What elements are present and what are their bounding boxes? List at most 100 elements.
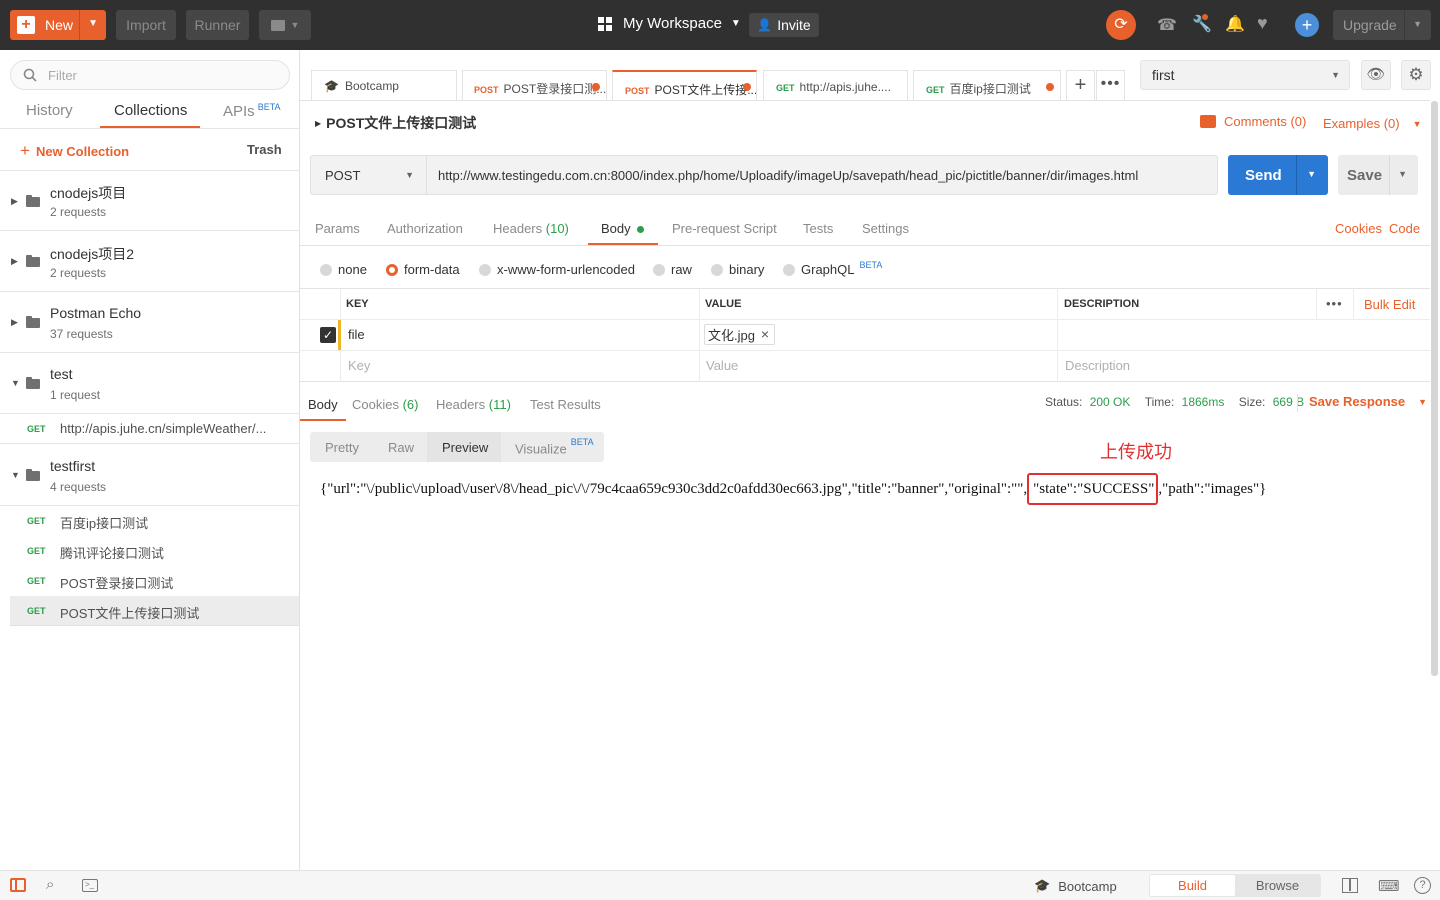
- chevron-down-icon: ▼: [405, 170, 414, 180]
- collection-item[interactable]: ▼ testfirst 4 requests: [0, 445, 299, 506]
- request-item[interactable]: GET 百度ip接口测试: [0, 506, 299, 536]
- tab-apis[interactable]: APIs BETA: [223, 102, 281, 120]
- chevron-down-icon[interactable]: ▼: [1398, 169, 1407, 179]
- view-pretty[interactable]: Pretty: [325, 440, 359, 455]
- request-item[interactable]: GET 腾讯评论接口测试: [0, 536, 299, 566]
- request-title[interactable]: ▶ POST文件上传接口测试: [315, 113, 476, 133]
- trash-link[interactable]: Trash: [247, 142, 282, 157]
- size-value[interactable]: 669 B: [1273, 395, 1304, 409]
- bootcamp-link[interactable]: 🎓 Bootcamp: [1034, 878, 1117, 894]
- gear-icon[interactable]: ⚙: [1401, 60, 1431, 90]
- heart-icon[interactable]: ♥: [1257, 13, 1268, 34]
- tab-request[interactable]: GET 百度ip接口测试: [913, 70, 1061, 101]
- eye-icon[interactable]: 👁: [1361, 60, 1391, 90]
- bulk-edit-link[interactable]: Bulk Edit: [1364, 297, 1415, 312]
- two-pane-icon[interactable]: [1342, 878, 1358, 893]
- runner-button[interactable]: Runner: [186, 10, 249, 40]
- radio-raw[interactable]: raw: [653, 262, 692, 277]
- description-input[interactable]: Description: [1065, 358, 1130, 373]
- satellite-icon[interactable]: ☎: [1157, 15, 1177, 35]
- save-button[interactable]: Save ▼: [1338, 155, 1418, 195]
- workspace-switcher[interactable]: My Workspace ▼: [598, 15, 741, 32]
- method-select[interactable]: POST ▼: [310, 155, 427, 195]
- comments-button[interactable]: Comments (0): [1200, 114, 1306, 129]
- search-icon: [23, 68, 37, 82]
- request-item[interactable]: GET POST登录接口测试: [0, 566, 299, 596]
- tab-headers[interactable]: Headers (10): [493, 221, 569, 236]
- browse-button[interactable]: Browse: [1235, 875, 1320, 896]
- response-tab-test-results[interactable]: Test Results: [530, 397, 601, 412]
- tab-params[interactable]: Params: [315, 221, 360, 236]
- close-icon[interactable]: ×: [761, 326, 769, 342]
- tab-request-active[interactable]: POST POST文件上传接...: [612, 70, 757, 101]
- tab-body[interactable]: Body: [601, 221, 645, 236]
- environment-select[interactable]: first ▼: [1140, 60, 1350, 90]
- unsaved-dot: [592, 83, 600, 91]
- sync-icon[interactable]: ⟳: [1106, 10, 1136, 40]
- response-tab-headers[interactable]: Headers (11): [436, 397, 511, 412]
- send-button[interactable]: Send ▼: [1228, 155, 1328, 195]
- chevron-down-icon[interactable]: ▼: [1413, 19, 1422, 29]
- add-tab-button[interactable]: +: [1066, 70, 1095, 101]
- collection-item[interactable]: ▼ test 1 request: [0, 353, 299, 414]
- new-collection-button[interactable]: + New Collection: [20, 141, 129, 161]
- help-icon[interactable]: ?: [1414, 877, 1431, 894]
- tab-prerequest-script[interactable]: Pre-request Script: [672, 221, 777, 236]
- tab-request[interactable]: GET http://apis.juhe....: [763, 70, 908, 101]
- examples-button[interactable]: Examples (0) ▼: [1323, 116, 1422, 131]
- form-key[interactable]: file: [348, 327, 365, 342]
- chevron-down-icon[interactable]: ▼: [88, 18, 98, 29]
- import-button[interactable]: Import: [116, 10, 176, 40]
- view-visualize[interactable]: Visualize BETA: [515, 437, 594, 456]
- more-icon[interactable]: •••: [1326, 296, 1343, 311]
- console-icon[interactable]: >_: [82, 879, 98, 892]
- find-icon[interactable]: ⌕: [46, 876, 54, 893]
- time-value[interactable]: 1866ms: [1182, 395, 1225, 409]
- new-window-button[interactable]: ▼: [259, 10, 311, 40]
- file-chip[interactable]: 文化.jpg ×: [704, 324, 775, 345]
- key-input[interactable]: Key: [348, 358, 370, 373]
- code-link[interactable]: Code: [1389, 221, 1420, 236]
- radio-graphql[interactable]: GraphQL BETA: [783, 260, 882, 277]
- tab-tests[interactable]: Tests: [803, 221, 833, 236]
- tab-settings[interactable]: Settings: [862, 221, 909, 236]
- collection-item[interactable]: ▶ cnodejs项目2 2 requests: [0, 231, 299, 292]
- tab-request[interactable]: POST POST登录接口测...: [462, 70, 607, 101]
- keyboard-icon[interactable]: ⌨: [1378, 877, 1400, 895]
- filter-input[interactable]: Filter: [10, 60, 290, 90]
- tab-collections[interactable]: Collections: [114, 102, 187, 119]
- sidebar-toggle-icon[interactable]: [10, 878, 26, 892]
- avatar[interactable]: +: [1295, 13, 1319, 37]
- request-item[interactable]: GET http://apis.juhe.cn/simpleWeather/..…: [0, 414, 299, 444]
- response-tab-cookies[interactable]: Cookies (6): [352, 397, 418, 412]
- upgrade-button[interactable]: Upgrade ▼: [1333, 10, 1431, 40]
- tab-bootcamp[interactable]: 🎓 Bootcamp: [311, 70, 457, 101]
- chevron-down-icon: ▼: [1331, 70, 1340, 80]
- radio-x-www-form-urlencoded[interactable]: x-www-form-urlencoded: [479, 262, 635, 277]
- cookies-link[interactable]: Cookies: [1335, 221, 1382, 236]
- bell-icon[interactable]: 🔔: [1225, 14, 1245, 34]
- radio-none[interactable]: none: [320, 262, 367, 277]
- chevron-down-icon[interactable]: ▼: [1307, 169, 1316, 179]
- collection-item[interactable]: ▶ Postman Echo 37 requests: [0, 292, 299, 353]
- scrollbar[interactable]: [1431, 101, 1438, 676]
- request-item-active[interactable]: GET POST文件上传接口测试: [10, 596, 299, 626]
- save-response-button[interactable]: Save Response ▼: [1309, 394, 1427, 409]
- more-tabs-icon[interactable]: •••: [1096, 70, 1125, 101]
- new-button[interactable]: + New ▼: [10, 10, 106, 40]
- radio-binary[interactable]: binary: [711, 262, 764, 277]
- invite-button[interactable]: 👤 Invite: [749, 13, 819, 37]
- beta-badge: BETA: [570, 437, 594, 447]
- chevron-right-icon: ▶: [11, 317, 18, 327]
- row-checkbox[interactable]: ✓: [320, 327, 336, 343]
- tab-authorization[interactable]: Authorization: [387, 221, 463, 236]
- url-input[interactable]: http://www.testingedu.com.cn:8000/index.…: [426, 155, 1218, 195]
- response-tab-body[interactable]: Body: [308, 397, 338, 412]
- value-input[interactable]: Value: [706, 358, 738, 373]
- view-raw[interactable]: Raw: [388, 440, 414, 455]
- collection-item[interactable]: ▶ cnodejs项目 2 requests: [0, 171, 299, 231]
- build-button[interactable]: Build: [1150, 875, 1235, 896]
- status-value[interactable]: 200 OK: [1090, 395, 1131, 409]
- tab-history[interactable]: History: [26, 102, 73, 119]
- radio-form-data[interactable]: form-data: [386, 262, 460, 277]
